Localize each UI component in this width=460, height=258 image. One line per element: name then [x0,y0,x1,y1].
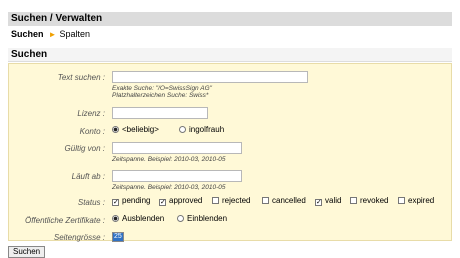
text-search-label: Text suchen : [57,73,105,82]
konto-label: Konto : [79,127,105,136]
tab-suchen[interactable]: Suchen [8,29,47,39]
tab-bar: Suchen ► Spalten [8,28,93,40]
page-size-label: Seitengrösse : [53,233,105,242]
konto-radio-beliebig[interactable]: <beliebig> [112,125,159,135]
gueltig-von-input[interactable] [112,142,242,154]
status-label: Status : [77,198,105,207]
konto-radio-ingolfrauh[interactable]: ingolfrauh [179,125,224,135]
public-certs-label: Öffentliche Zertifikate : [24,216,105,225]
lizenz-label: Lizenz : [77,109,105,118]
laeuft-ab-label: Läuft ab : [71,172,105,181]
status-checkbox-valid[interactable]: valid [315,196,341,206]
search-submit-button[interactable]: Suchen [8,246,46,258]
status-checkbox-expired[interactable]: expired [398,196,434,206]
gueltig-von-label: Gültig von : [64,144,105,153]
tab-spalten[interactable]: Spalten [59,29,93,39]
status-checkbox-cancelled[interactable]: cancelled [262,196,306,206]
page-size-select[interactable]: 25 [112,232,124,242]
status-checkbox-rejected[interactable]: rejected [212,196,250,206]
status-checkbox-pending[interactable]: pending [112,196,150,206]
search-form: Text suchen : Exakte Suche: "/O=SwissSig… [8,63,452,242]
text-search-hint-exact: Exakte Suche: "/O=SwissSign AG" [112,85,212,92]
laeuft-ab-input[interactable] [112,170,242,182]
status-checkbox-approved[interactable]: approved [159,196,202,206]
text-search-input[interactable] [112,71,308,83]
public-certs-radio-einblenden[interactable]: Einblenden [177,214,227,224]
public-certs-radio-ausblenden[interactable]: Ausblenden [112,214,164,224]
lizenz-input[interactable] [112,107,208,119]
gueltig-von-hint: Zeitspanne. Beispiel: 2010-03, 2010-05 [112,156,226,163]
status-checkbox-revoked[interactable]: revoked [350,196,388,206]
page-title: Suchen / Verwalten [8,12,452,26]
tab-separator-arrow-icon: ► [48,30,57,39]
text-search-hint-wildcard: Platzhalterzeichen Suche: Swiss* [112,92,209,99]
section-title: Suchen [8,48,452,62]
laeuft-ab-hint: Zeitspanne. Beispiel: 2010-03, 2010-05 [112,184,226,191]
